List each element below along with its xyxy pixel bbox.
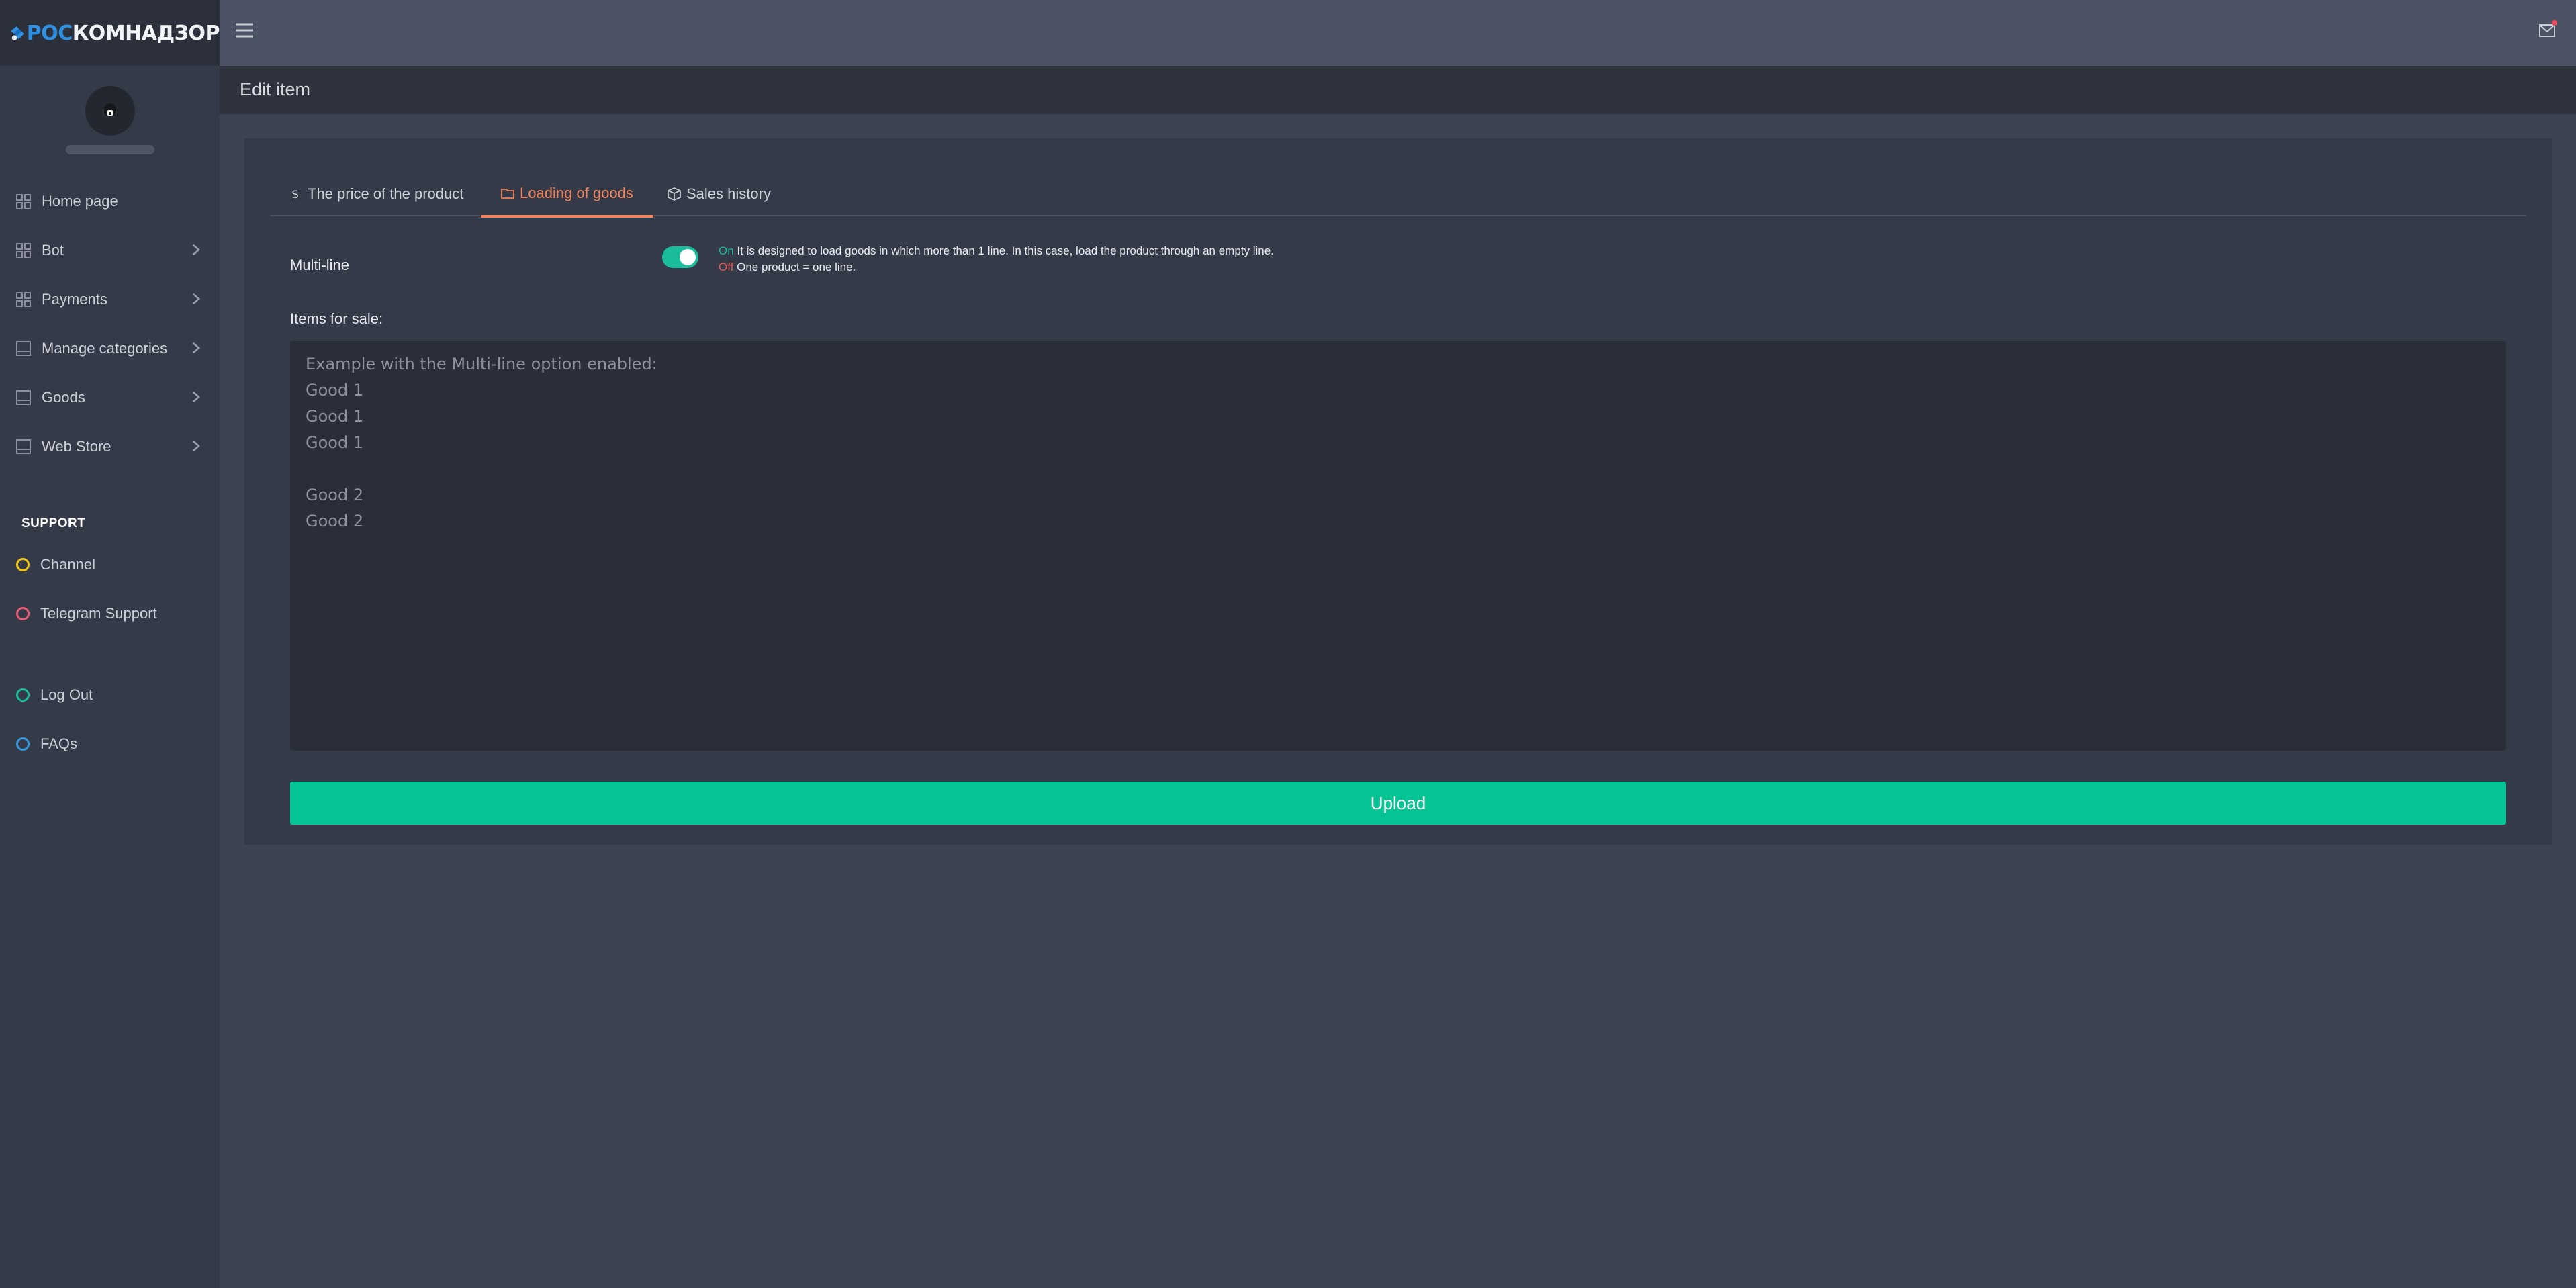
multiline-label: Multi-line <box>290 257 350 273</box>
svg-text:$: $ <box>291 187 299 201</box>
page-title: Edit item <box>240 79 311 99</box>
sidebar-item-goods[interactable]: Goods <box>0 373 220 422</box>
tabs: $ The price of the product Loading of go… <box>270 172 2526 218</box>
chevron-right-icon <box>193 293 200 304</box>
user-avatar-icon <box>85 86 135 136</box>
support-section-title: SUPPORT <box>21 516 86 531</box>
multiline-hint-on: On It is designed to load goods in which… <box>719 244 1274 257</box>
sidebar-item-channel[interactable]: Channel <box>0 540 220 589</box>
sidebar-item-telegram-support[interactable]: Telegram Support <box>0 589 220 638</box>
brand-name: РОСКОМНАДЗОР <box>26 21 220 45</box>
folder-icon <box>501 189 514 199</box>
sidebar-item-faqs[interactable]: FAQs <box>0 719 220 768</box>
panel-icon <box>16 389 31 405</box>
sidebar-item-bot[interactable]: Bot <box>0 226 220 275</box>
tab-label: Loading of goods <box>520 185 633 201</box>
hamburger-menu-icon[interactable] <box>234 20 255 40</box>
sidebar-item-label: Telegram Support <box>40 604 157 622</box>
chevron-right-icon <box>193 342 200 353</box>
page-header: Edit item <box>220 66 2576 114</box>
username-blurred <box>65 145 154 154</box>
dollar-icon: $ <box>291 187 299 201</box>
circle-icon <box>16 737 30 751</box>
edit-item-card: $ The price of the product Loading of go… <box>244 138 2552 845</box>
sidebar-item-label: Home page <box>42 192 118 210</box>
upload-button[interactable]: Upload <box>290 782 2506 825</box>
sidebar-item-label: FAQs <box>40 735 78 752</box>
sidebar-item-manage-categories[interactable]: Manage categories <box>0 324 220 373</box>
tab-price[interactable]: $ The price of the product <box>289 172 463 216</box>
grid-icon <box>16 291 31 307</box>
panel-icon <box>16 439 31 454</box>
logo[interactable]: РОСКОМНАДЗОР <box>0 0 220 66</box>
grid-icon <box>16 242 31 258</box>
sidebar-item-label: Web Store <box>42 437 111 455</box>
toggle-knob <box>680 249 696 265</box>
circle-icon <box>16 688 30 702</box>
circle-icon <box>16 606 30 620</box>
chevron-right-icon <box>193 244 200 255</box>
multiline-toggle[interactable] <box>662 246 698 268</box>
circle-icon <box>16 557 30 571</box>
tab-label: Sales history <box>686 185 771 202</box>
sidebar-item-payments[interactable]: Payments <box>0 275 220 324</box>
sidebar-item-home[interactable]: Home page <box>0 177 220 226</box>
sidebar-item-label: Manage categories <box>42 339 168 357</box>
tab-label: The price of the product <box>308 185 464 202</box>
multiline-hint-off: Off One product = one line. <box>719 261 856 273</box>
chevron-right-icon <box>193 441 200 451</box>
sidebar-item-label: Channel <box>40 555 95 573</box>
topbar <box>220 0 2576 66</box>
items-for-sale-label: Items for sale: <box>290 310 383 327</box>
tab-loading-of-goods[interactable]: Loading of goods <box>481 172 653 218</box>
items-for-sale-textarea[interactable] <box>290 341 2506 751</box>
tab-sales-history[interactable]: Sales history <box>668 172 771 216</box>
mail-notification-icon[interactable] <box>2538 20 2557 39</box>
sidebar-item-logout[interactable]: Log Out <box>0 670 220 719</box>
avatar[interactable] <box>85 86 135 136</box>
chevron-right-icon <box>193 392 200 402</box>
panel-icon <box>16 340 31 356</box>
sidebar-item-label: Bot <box>42 241 64 259</box>
profile <box>0 66 220 177</box>
brand-logo-icon <box>10 26 24 41</box>
sidebar-nav: Home page Bot Payments Manage categories… <box>0 177 220 471</box>
sidebar-item-web-store[interactable]: Web Store <box>0 422 220 471</box>
box-icon <box>668 187 681 201</box>
sidebar-item-label: Goods <box>42 388 85 406</box>
sidebar: РОСКОМНАДЗОР Home page Bot Payments Mana… <box>0 0 220 1288</box>
grid-icon <box>16 193 31 209</box>
sidebar-item-label: Payments <box>42 290 107 308</box>
sidebar-item-label: Log Out <box>40 686 93 703</box>
